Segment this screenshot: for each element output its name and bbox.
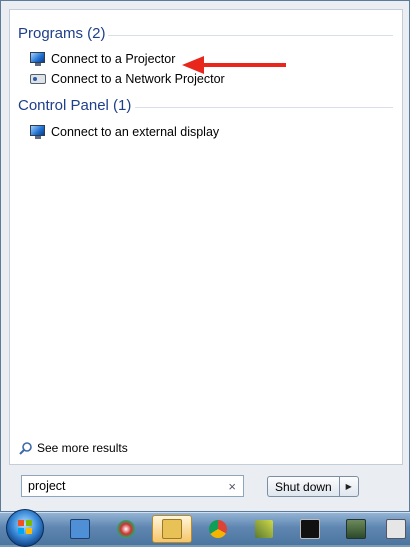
start-orb[interactable] <box>6 509 44 547</box>
shutdown-options-button[interactable]: ▶ <box>338 476 359 497</box>
monitor-icon <box>30 52 46 66</box>
taskbar <box>0 509 410 547</box>
monitor-icon <box>30 125 46 139</box>
search-input[interactable] <box>28 479 218 493</box>
shutdown-button[interactable]: Shut down <box>267 476 339 497</box>
taskbar-tool[interactable] <box>244 515 284 543</box>
cmd-icon <box>300 519 320 539</box>
windows-flag-icon <box>18 520 32 534</box>
taskbar-file-explorer[interactable] <box>152 515 192 543</box>
computer-icon <box>70 519 90 539</box>
taskbar-chrome[interactable] <box>198 515 238 543</box>
app-icon <box>386 519 406 539</box>
file-explorer-icon <box>162 519 182 539</box>
group-heading-control-panel: Control Panel (1) <box>18 97 132 114</box>
taskbar-computer[interactable] <box>60 515 100 543</box>
shutdown-group: Shut down ▶ <box>267 476 359 497</box>
search-results-pane: Programs (2) Connect to a Projector Conn… <box>9 9 403 465</box>
paint-icon <box>117 520 135 538</box>
group-heading-programs: Programs (2) <box>18 25 106 42</box>
search-box[interactable]: × <box>21 475 244 497</box>
chevron-right-icon: ▶ <box>345 482 352 491</box>
result-connect-to-network-projector[interactable]: Connect to a Network Projector <box>30 69 225 89</box>
group-divider <box>108 35 393 36</box>
result-label: Connect to an external display <box>51 125 220 139</box>
magnifier-icon <box>19 442 32 455</box>
result-label: Connect to a Projector <box>51 52 176 66</box>
start-menu: Programs (2) Connect to a Projector Conn… <box>0 0 410 512</box>
network-icon <box>346 519 366 539</box>
taskbar-paint[interactable] <box>106 515 146 543</box>
taskbar-network[interactable] <box>336 515 376 543</box>
projector-icon <box>30 72 46 86</box>
see-more-results-link[interactable]: See more results <box>19 441 128 455</box>
chrome-icon <box>209 520 227 538</box>
group-divider <box>135 107 393 108</box>
tool-icon <box>255 520 273 538</box>
taskbar-cmd[interactable] <box>290 515 330 543</box>
result-connect-to-external-display[interactable]: Connect to an external display <box>30 122 219 142</box>
see-more-label: See more results <box>37 441 128 455</box>
clear-search-icon[interactable]: × <box>228 479 236 494</box>
result-label: Connect to a Network Projector <box>51 72 225 86</box>
taskbar-app[interactable] <box>376 515 410 543</box>
result-connect-to-projector[interactable]: Connect to a Projector <box>30 49 175 69</box>
